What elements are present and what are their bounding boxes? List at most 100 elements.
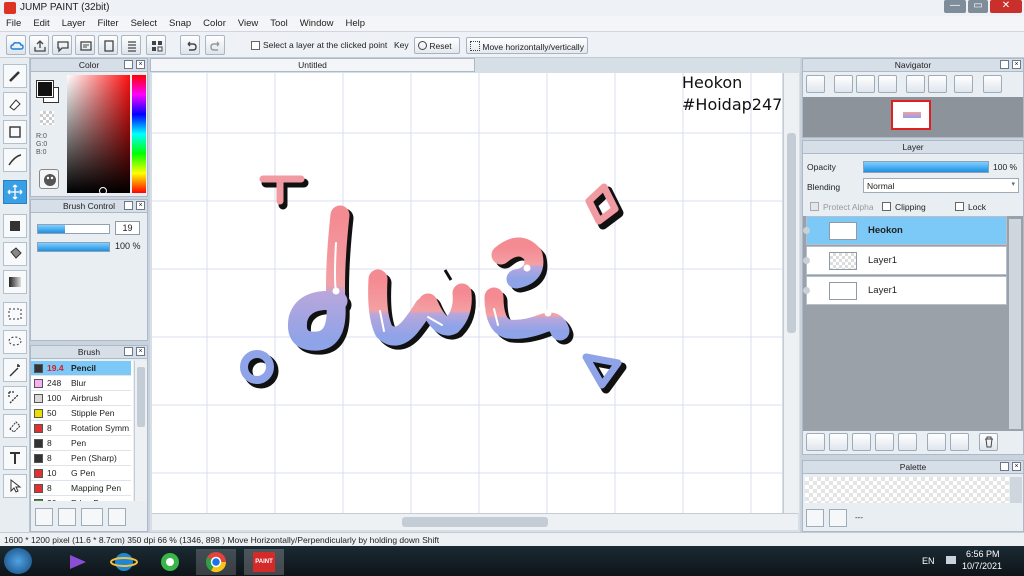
layer-row[interactable]: Layer1	[803, 276, 1007, 305]
zoom-actual-icon[interactable]	[856, 75, 875, 93]
visibility-icon[interactable]	[803, 257, 810, 264]
close-button[interactable]: ✕	[990, 0, 1022, 13]
merge-layer-icon[interactable]	[950, 433, 969, 451]
close-panel-icon[interactable]: ×	[1012, 462, 1021, 471]
brush-size-slider[interactable]	[37, 224, 110, 234]
navigator-preview[interactable]	[803, 97, 1023, 137]
cloud-icon[interactable]	[6, 35, 26, 55]
operation-tool-icon[interactable]	[3, 474, 27, 498]
new-palette-icon[interactable]	[806, 509, 824, 527]
new-folder-icon[interactable]	[898, 433, 917, 451]
clock-time[interactable]: 6:56 PM	[966, 549, 1000, 559]
brush-settings-icon[interactable]	[35, 508, 53, 526]
rotate-left-icon[interactable]	[906, 75, 925, 93]
brush-item[interactable]: 20Edge Pen	[31, 496, 131, 501]
duplicate-layer-icon[interactable]	[927, 433, 946, 451]
transparent-swatch[interactable]	[40, 111, 54, 125]
brush-item[interactable]: 248 Blur	[31, 376, 131, 391]
layer-opacity-slider[interactable]	[863, 161, 989, 173]
language-indicator[interactable]: EN	[922, 556, 935, 566]
message-icon[interactable]	[75, 35, 95, 55]
rect-tool-icon[interactable]	[3, 120, 27, 144]
rotate-right-icon[interactable]	[954, 75, 973, 93]
start-button[interactable]	[4, 548, 32, 574]
canvas[interactable]: Heokon #Hoidap247	[152, 73, 782, 513]
menu-edit[interactable]: Edit	[27, 16, 55, 31]
hue-slider[interactable]	[132, 75, 146, 193]
new-layer-icon[interactable]	[806, 433, 825, 451]
zoom-fit-icon[interactable]	[806, 75, 825, 93]
eraser-tool-icon[interactable]	[3, 92, 27, 116]
comment-icon[interactable]	[52, 35, 72, 55]
menu-filter[interactable]: Filter	[91, 16, 124, 31]
close-panel-icon[interactable]: ×	[136, 347, 145, 356]
protect-alpha-checkbox[interactable]	[810, 202, 819, 211]
document-tab[interactable]: Untitled	[150, 58, 475, 72]
float-icon[interactable]	[124, 347, 133, 356]
float-icon[interactable]	[124, 60, 133, 69]
brush-item[interactable]: 100 Airbrush	[31, 391, 131, 406]
brush-scroll-thumb[interactable]	[137, 367, 145, 427]
visibility-icon[interactable]	[803, 287, 810, 294]
select-eraser-tool-icon[interactable]	[3, 414, 27, 438]
palette-swatches[interactable]	[805, 477, 1009, 503]
brush-size-input[interactable]: 19	[115, 221, 140, 235]
horizontal-scrollbar[interactable]	[152, 513, 798, 530]
bucket-tool-icon[interactable]	[3, 242, 27, 266]
list-icon[interactable]	[121, 35, 141, 55]
horizontal-scroll-thumb[interactable]	[402, 517, 548, 527]
new-brush-icon[interactable]	[58, 508, 76, 526]
page-icon[interactable]	[98, 35, 118, 55]
select-pen-tool-icon[interactable]	[3, 386, 27, 410]
menu-tool[interactable]: Tool	[264, 16, 293, 31]
brush-item[interactable]: 19.4 Pencil	[31, 361, 131, 376]
vertical-scrollbar[interactable]	[783, 73, 799, 513]
lasso-tool-icon[interactable]	[3, 330, 27, 354]
undo-icon[interactable]	[180, 35, 200, 55]
layer-row[interactable]: Heokon	[803, 216, 1007, 245]
brush-item[interactable]: 8 Pen	[31, 436, 131, 451]
float-icon[interactable]	[124, 201, 133, 210]
menu-layer[interactable]: Layer	[56, 16, 92, 31]
brush-item[interactable]: 50 Stipple Pen	[31, 406, 131, 421]
share-icon[interactable]	[29, 35, 49, 55]
brush-list-scrollbar[interactable]	[134, 361, 147, 501]
vertical-scroll-thumb[interactable]	[787, 133, 796, 333]
brush-tool-icon[interactable]	[3, 64, 27, 88]
chrome-icon[interactable]	[196, 549, 236, 575]
clock-date[interactable]: 10/7/2021	[962, 561, 1002, 571]
brush-item[interactable]: 10 G Pen	[31, 466, 131, 481]
brush-copy-icon[interactable]	[108, 508, 126, 526]
brush-menu-icon[interactable]	[81, 508, 103, 526]
redo-icon[interactable]	[205, 35, 225, 55]
grid-icon[interactable]	[146, 35, 166, 55]
menu-help[interactable]: Help	[340, 16, 372, 31]
brush-item[interactable]: 8 Pen (Sharp)	[31, 451, 131, 466]
saturation-value-picker[interactable]	[67, 75, 130, 195]
menu-color[interactable]: Color	[197, 16, 232, 31]
brush-item[interactable]: 8 Rotation Symm	[31, 421, 131, 436]
clipping-checkbox[interactable]	[882, 202, 891, 211]
text-tool-icon[interactable]	[3, 446, 27, 470]
maximize-button[interactable]: ▭	[968, 0, 988, 13]
close-panel-icon[interactable]: ×	[1012, 60, 1021, 69]
visual-studio-icon[interactable]	[58, 549, 98, 575]
internet-explorer-icon[interactable]	[104, 549, 144, 575]
fill-rect-tool-icon[interactable]	[3, 214, 27, 238]
new-halftone-layer-icon[interactable]	[875, 433, 894, 451]
zoom-in-icon[interactable]	[834, 75, 853, 93]
jump-paint-taskbar-button[interactable]: PAINT	[244, 549, 284, 575]
select-rect-tool-icon[interactable]	[3, 302, 27, 326]
menu-snap[interactable]: Snap	[163, 16, 197, 31]
layer-row[interactable]: Layer1	[803, 246, 1007, 275]
close-panel-icon[interactable]: ×	[136, 60, 145, 69]
move-tool-icon[interactable]	[3, 180, 27, 204]
blending-select[interactable]: Normal ▾	[863, 178, 1019, 193]
new-layer-1bit-icon[interactable]	[852, 433, 871, 451]
menu-view[interactable]: View	[232, 16, 264, 31]
delete-layer-icon[interactable]	[979, 433, 998, 451]
menu-file[interactable]: File	[0, 16, 27, 31]
move-hv-button[interactable]: Move horizontally/vertically	[466, 37, 588, 54]
magic-wand-tool-icon[interactable]	[3, 358, 27, 382]
lock-checkbox[interactable]	[955, 202, 964, 211]
